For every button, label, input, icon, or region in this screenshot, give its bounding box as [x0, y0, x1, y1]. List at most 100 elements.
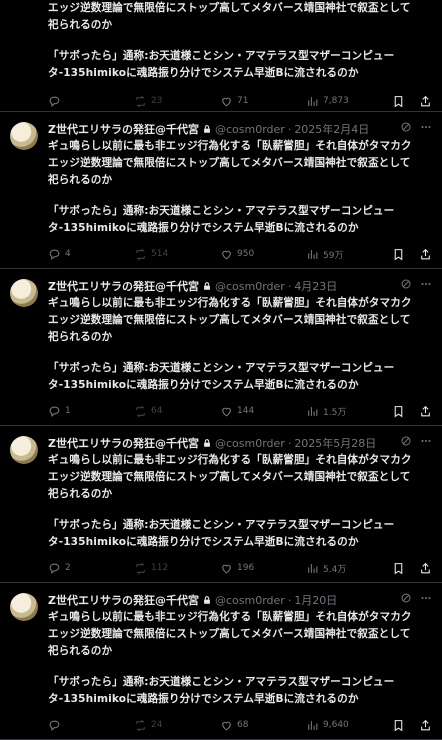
tweet-text-line: 「サボったら」通称:お天道様ことシン・アマテラス型マザーコンピュー [48, 205, 395, 217]
grok-icon[interactable] [400, 278, 412, 290]
tweet-text-line: タ-135himikoに魂路振り分けでシステム早逝Bに流されるのか [48, 67, 359, 79]
tweet-text-line: タ-135himikoに魂路振り分けでシステム早逝Bに流されるのか [48, 379, 359, 391]
like-button[interactable]: 196 [220, 562, 306, 575]
reply-button[interactable] [48, 719, 134, 732]
timestamp[interactable]: 1月20日 [294, 592, 337, 608]
tweet-actions: 4 514 950 59万 [48, 241, 432, 267]
views-button[interactable]: 5.4万 [306, 562, 392, 575]
timestamp[interactable]: 2025年5月28日 [294, 435, 376, 451]
views-button[interactable]: 7,873 [306, 95, 392, 108]
tweet-partial[interactable]: エッジ逆数理論で無限倍にストップ高してメタバース靖国神社で叙盃として 祀られるの… [0, 0, 442, 112]
lock-icon [204, 439, 210, 447]
tweet-text-line: ギュ鳴らし以前に最も非エッジ行為化する「臥薪嘗胆」それ自体がタマカク [48, 454, 412, 466]
display-name[interactable]: Z世代エリサラの発狂@千代宮 [48, 592, 199, 608]
tweet[interactable]: Z世代エリサラの発狂@千代宮 @cosm0rder · 4月23日 ギュ鳴らし以… [0, 269, 442, 426]
share-icon[interactable] [419, 405, 432, 418]
retweet-count: 23 [151, 96, 163, 106]
tweet-header: Z世代エリサラの発狂@千代宮 @cosm0rder · 1月20日 [48, 591, 432, 609]
grok-icon[interactable] [400, 435, 412, 447]
bookmark-icon[interactable] [392, 248, 405, 261]
bookmark-icon[interactable] [392, 719, 405, 732]
views-button[interactable]: 9,640 [306, 719, 392, 732]
handle[interactable]: @cosm0rder [215, 123, 285, 136]
avatar[interactable] [10, 436, 38, 464]
views-count: 5.4万 [323, 564, 347, 575]
share-icon[interactable] [419, 95, 432, 108]
handle[interactable]: @cosm0rder [215, 280, 285, 293]
views-button[interactable]: 1.5万 [306, 405, 392, 418]
retweet-button[interactable]: 514 [134, 248, 220, 261]
tweet-text-line: 「サボったら」通称:お天道様ことシン・アマテラス型マザーコンピュー [48, 676, 395, 688]
timestamp[interactable]: 2025年2月4日 [294, 121, 369, 137]
timeline-feed: エッジ逆数理論で無限倍にストップ高してメタバース靖国神社で叙盃として 祀られるの… [0, 0, 442, 740]
avatar[interactable] [10, 593, 38, 621]
tweet-text-line: 祀られるのか [48, 19, 113, 31]
bookmark-icon[interactable] [392, 405, 405, 418]
tweet-actions: 23 71 7,873 [48, 88, 432, 114]
reply-button[interactable]: 2 [48, 562, 134, 575]
retweet-icon [136, 405, 145, 417]
retweet-icon [136, 719, 145, 731]
more-icon[interactable] [420, 278, 432, 290]
retweet-button[interactable]: 23 [134, 95, 220, 108]
views-count: 9,640 [323, 720, 349, 730]
retweet-button[interactable]: 112 [134, 562, 220, 575]
bookmark-icon[interactable] [392, 562, 405, 575]
like-icon [222, 721, 231, 730]
reply-count: 1 [65, 406, 71, 416]
retweet-icon [136, 248, 145, 260]
views-icon [308, 96, 318, 106]
bookmark-icon[interactable] [392, 95, 405, 108]
display-name[interactable]: Z世代エリサラの発狂@千代宮 [48, 278, 199, 294]
grok-icon[interactable] [400, 592, 412, 604]
share-icon[interactable] [419, 719, 432, 732]
tweet-text-line: エッジ逆数理論で無限倍にストップ高してメタバース靖国神社で叙盃として [48, 471, 411, 483]
grok-icon[interactable] [400, 121, 412, 133]
share-icon[interactable] [419, 562, 432, 575]
reply-button[interactable]: 4 [48, 248, 134, 261]
like-count: 144 [237, 406, 255, 416]
like-button[interactable]: 950 [220, 248, 306, 261]
separator-dot: · [287, 593, 292, 607]
reply-icon [49, 406, 60, 417]
handle[interactable]: @cosm0rder [215, 594, 285, 607]
retweet-count: 514 [151, 249, 169, 259]
retweet-button[interactable]: 64 [134, 405, 220, 418]
views-count: 7,873 [323, 96, 349, 106]
tweet-text-line: ギュ鳴らし以前に最も非エッジ行為化する「臥薪嘗胆」それ自体がタマカク [48, 140, 412, 152]
tweet-text-line: 祀られるのか [48, 645, 113, 657]
tweet[interactable]: Z世代エリサラの発狂@千代宮 @cosm0rder · 2025年2月4日 ギュ… [0, 112, 442, 269]
reply-icon [49, 249, 60, 260]
handle[interactable]: @cosm0rder [215, 437, 285, 450]
tweet-text-line: 「サボったら」通称:お天道様ことシン・アマテラス型マザーコンピュー [48, 362, 395, 374]
lock-icon [204, 596, 210, 604]
retweet-button[interactable]: 24 [134, 719, 220, 732]
retweet-count: 24 [151, 720, 163, 730]
tweet-text-line: エッジ逆数理論で無限倍にストップ高してメタバース靖国神社で叙盃として [48, 314, 411, 326]
tweet-text-line: エッジ逆数理論で無限倍にストップ高してメタバース靖国神社で叙盃として [48, 157, 411, 169]
timestamp[interactable]: 4月23日 [294, 278, 337, 294]
tweet[interactable]: Z世代エリサラの発狂@千代宮 @cosm0rder · 2025年5月28日 ギ… [0, 426, 442, 583]
display-name[interactable]: Z世代エリサラの発狂@千代宮 [48, 121, 199, 137]
like-count: 71 [237, 96, 249, 106]
like-button[interactable]: 71 [220, 95, 306, 108]
like-button[interactable]: 68 [220, 719, 306, 732]
separator-dot: · [287, 122, 292, 136]
views-button[interactable]: 59万 [306, 248, 392, 261]
tweet[interactable]: Z世代エリサラの発狂@千代宮 @cosm0rder · 1月20日 ギュ鳴らし以… [0, 583, 442, 740]
reply-button[interactable] [48, 95, 134, 108]
more-icon[interactable] [420, 435, 432, 447]
avatar[interactable] [10, 122, 38, 150]
like-button[interactable]: 144 [220, 405, 306, 418]
reply-button[interactable]: 1 [48, 405, 134, 418]
more-icon[interactable] [420, 592, 432, 604]
share-icon[interactable] [419, 248, 432, 261]
avatar[interactable] [10, 279, 38, 307]
views-icon [308, 406, 318, 416]
lock-icon [204, 282, 210, 290]
tweet-text: ギュ鳴らし以前に最も非エッジ行為化する「臥薪嘗胆」それ自体がタマカク エッジ逆数理… [48, 138, 432, 237]
tweet-text-line: ギュ鳴らし以前に最も非エッジ行為化する「臥薪嘗胆」それ自体がタマカク [48, 297, 412, 309]
more-icon[interactable] [420, 121, 432, 133]
tweet-text-line: ギュ鳴らし以前に最も非エッジ行為化する「臥薪嘗胆」それ自体がタマカク [48, 611, 412, 623]
display-name[interactable]: Z世代エリサラの発狂@千代宮 [48, 435, 199, 451]
